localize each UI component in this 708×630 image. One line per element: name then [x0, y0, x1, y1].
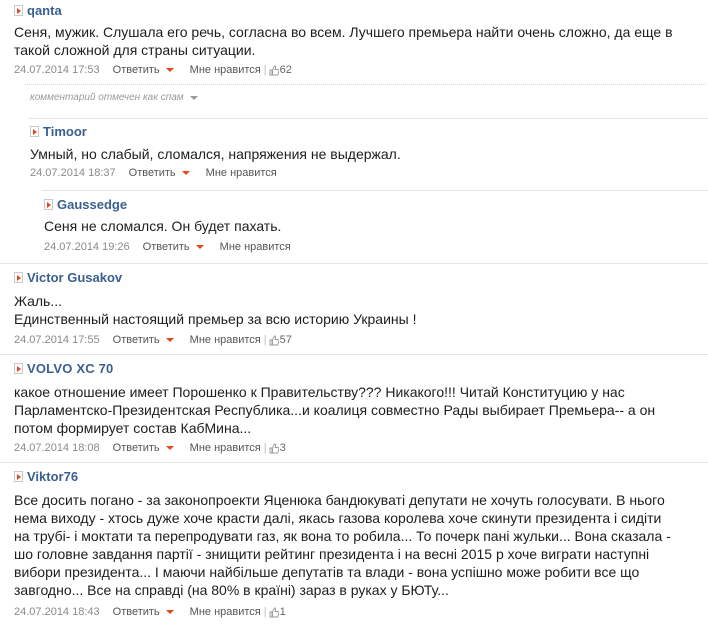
reply-button[interactable]: Ответить [129, 167, 176, 179]
comment-author-row: Victor Gusakov [14, 270, 122, 285]
comment-date: 24.07.2014 17:55 [14, 334, 100, 346]
comment-text-line: нема виходу - хтось дуже хоче красти дал… [14, 510, 662, 526]
comment-text: какое отношение имеет Порошенко к Правит… [14, 383, 704, 437]
comment-text-line: шо головне завдання партії - знищити рей… [14, 546, 650, 562]
like-button[interactable]: Мне нравится [206, 167, 277, 179]
reply-button[interactable]: Ответить [143, 241, 190, 253]
comment-text-line: Сеня, мужик. Слушала его речь, согласна … [14, 24, 673, 40]
reply-dropdown-icon[interactable] [165, 68, 174, 72]
author-arrow-icon [14, 272, 23, 283]
comment-text: Сеня, мужик. Слушала его речь, согласна … [14, 23, 704, 59]
spam-dropdown-icon[interactable] [189, 95, 198, 100]
comment-text-line: такой сложной для страны ситуации. [14, 42, 256, 58]
comment-author[interactable]: Viktor76 [27, 469, 78, 484]
author-arrow-icon [14, 5, 23, 16]
divider [25, 84, 706, 85]
like-button[interactable]: Мне нравится [190, 442, 261, 454]
spam-notice-text: комментарий отмечен как спам [30, 92, 184, 103]
comment-text: Сеня не сломался. Он будет пахать. [44, 217, 704, 235]
author-arrow-icon [14, 363, 23, 374]
meta-separator: | [263, 606, 267, 618]
comment-date: 24.07.2014 19:26 [44, 241, 130, 253]
comment-text-line: вибори президента... І маючи найбільше д… [14, 564, 640, 580]
comment-author-row: Gaussedge [44, 197, 127, 212]
comment-author[interactable]: Timoor [43, 124, 87, 139]
comment-text-line: на трубі- і моктати та перепродувати газ… [14, 528, 671, 544]
comment-author[interactable]: qanta [27, 3, 62, 18]
comment-meta: 24.07.2014 17:53 Ответить Мне нравится |… [14, 64, 292, 76]
like-button[interactable]: Мне нравится [190, 64, 261, 76]
reply-dropdown-icon[interactable] [165, 338, 174, 342]
like-button[interactable]: Мне нравится [190, 606, 261, 618]
reply-dropdown-icon[interactable] [165, 446, 174, 450]
comment-text-line: какое отношение имеет Порошенко к Правит… [14, 384, 625, 400]
comment: qanta Сеня, мужик. Слушала его речь, сог… [0, 0, 708, 84]
comment-meta: 24.07.2014 19:26 Ответить Мне нравится [44, 241, 291, 253]
thumbs-up-icon [269, 607, 279, 617]
reply-button[interactable]: Ответить [113, 64, 160, 76]
comment-author-row: Viktor76 [14, 469, 78, 484]
comment: Viktor76 Все досить погано - за законопр… [0, 462, 708, 630]
comment-text-line: Жаль... [14, 293, 63, 309]
comment-author[interactable]: Gaussedge [57, 197, 127, 212]
reply-button[interactable]: Ответить [113, 606, 160, 618]
comment-date: 24.07.2014 17:53 [14, 64, 100, 76]
reply-button[interactable]: Ответить [113, 442, 160, 454]
author-arrow-icon [44, 199, 53, 210]
comment-text-line: Умный, но слабый, сломался, напряжения н… [30, 146, 401, 162]
comment-text-line: Сеня не сломался. Он будет пахать. [44, 218, 282, 234]
comment-text: Жаль... Единственный настоящий премьер з… [14, 292, 704, 328]
comment-text-line: Единственный настоящий премьер за всю ис… [14, 311, 417, 327]
comment-author[interactable]: Victor Gusakov [27, 270, 122, 285]
reply-button[interactable]: Ответить [113, 334, 160, 346]
author-arrow-icon [14, 471, 23, 482]
comment: VOLVO XC 70 какое отношение имеет Пороше… [0, 354, 708, 460]
comment-text-line: Парламентско-Президентская Республика...… [14, 402, 656, 418]
comment-text: Все досить погано - за законопроекти Яце… [14, 491, 706, 599]
comment-text-line: потом формирует состав КабМина... [14, 420, 252, 436]
like-count: 62 [279, 64, 292, 76]
like-count: 57 [279, 334, 292, 346]
like-count: 1 [279, 606, 286, 618]
comment-text-line: завгодно... Все на справді (на 80% в кра… [14, 582, 449, 598]
reply-dropdown-icon[interactable] [181, 171, 190, 175]
author-arrow-icon [30, 126, 39, 137]
reply-dropdown-icon[interactable] [195, 245, 204, 249]
comment-meta: 24.07.2014 17:55 Ответить Мне нравится |… [14, 334, 292, 346]
comment-reply: Gaussedge Сеня не сломался. Он будет пах… [42, 190, 708, 259]
spam-notice[interactable]: комментарий отмечен как спам [30, 92, 200, 103]
thumbs-up-icon [269, 65, 279, 75]
comment-author-row: qanta [14, 3, 62, 18]
like-count: 3 [279, 442, 286, 454]
comment-author[interactable]: VOLVO XC 70 [27, 361, 113, 376]
meta-separator: | [263, 442, 267, 454]
comment-meta: 24.07.2014 18:37 Ответить Мне нравится [30, 167, 277, 179]
meta-separator: | [263, 64, 267, 76]
reply-dropdown-icon[interactable] [165, 610, 174, 614]
thumbs-up-icon [269, 335, 279, 345]
comment: Victor Gusakov Жаль... Единственный наст… [0, 263, 708, 352]
comment-meta: 24.07.2014 18:43 Ответить Мне нравится |… [14, 606, 286, 618]
like-button[interactable]: Мне нравится [190, 334, 261, 346]
comment-meta: 24.07.2014 18:08 Ответить Мне нравится |… [14, 442, 286, 454]
meta-separator: | [263, 334, 267, 346]
comment-reply: Timoor Умный, но слабый, сломался, напря… [28, 118, 708, 185]
comment-date: 24.07.2014 18:08 [14, 442, 100, 454]
comment-text: Умный, но слабый, сломался, напряжения н… [30, 145, 700, 163]
comment-text-line: Все досить погано - за законопроекти Яце… [14, 492, 665, 508]
comment-author-row: VOLVO XC 70 [14, 361, 113, 376]
like-button[interactable]: Мне нравится [220, 241, 291, 253]
comment-author-row: Timoor [30, 124, 87, 139]
comment-date: 24.07.2014 18:37 [30, 167, 116, 179]
thumbs-up-icon [269, 443, 279, 453]
comment-date: 24.07.2014 18:43 [14, 606, 100, 618]
